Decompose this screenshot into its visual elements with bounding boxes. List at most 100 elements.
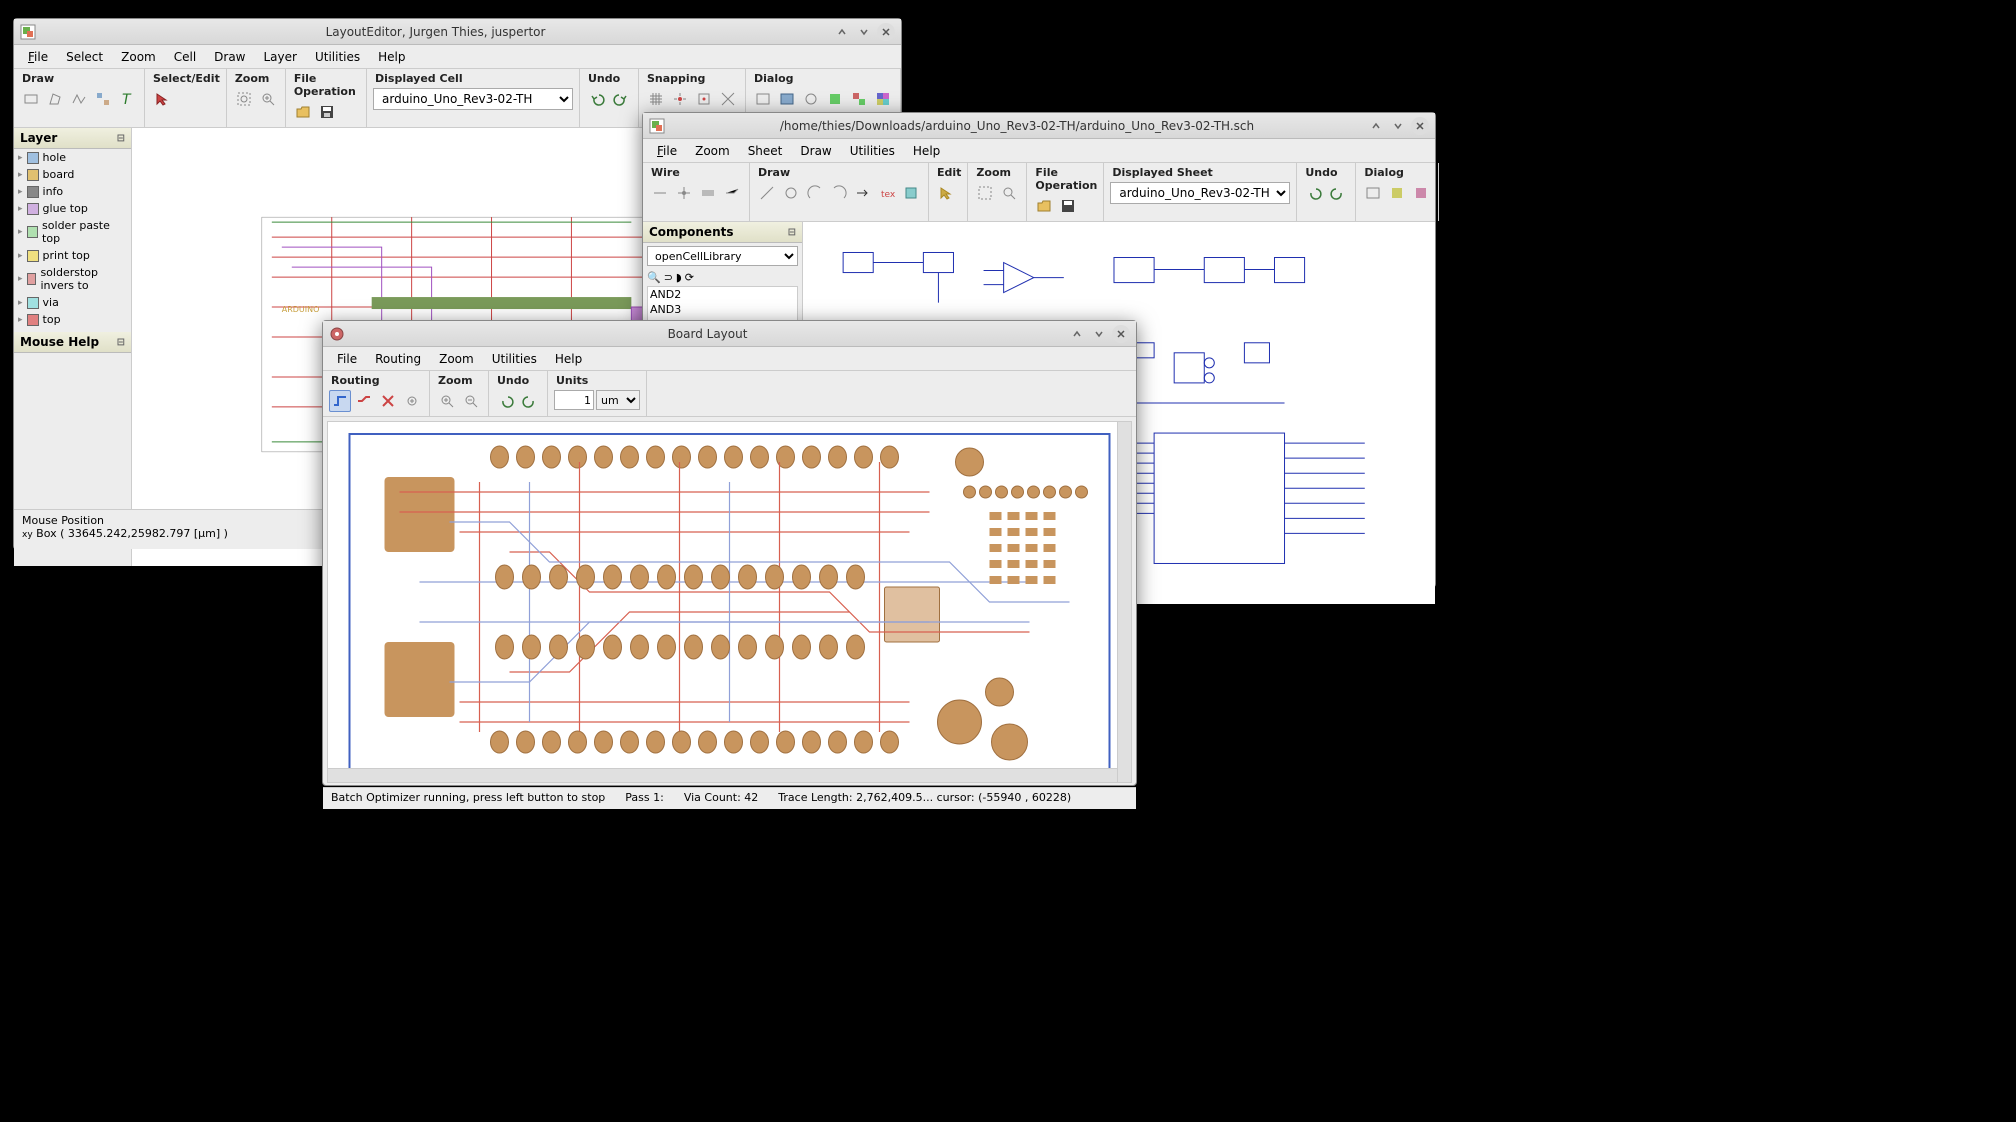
layer-row[interactable]: ▸info <box>14 183 131 200</box>
save-file-icon[interactable] <box>1057 195 1079 217</box>
menu-draw[interactable]: Draw <box>206 47 253 67</box>
draw-component-icon[interactable] <box>900 182 922 204</box>
mouse-help-close-icon[interactable]: ⊟ <box>117 337 125 348</box>
displayed-cell-dropdown[interactable]: arduino_Uno_Rev3-02-TH <box>373 88 573 110</box>
wire-junction-icon[interactable] <box>673 182 695 204</box>
components-close-icon[interactable]: ⊟ <box>788 227 796 238</box>
draw-arc-icon[interactable] <box>804 182 826 204</box>
maximize-button[interactable] <box>1389 117 1407 135</box>
edit-select-icon[interactable] <box>935 182 957 204</box>
route-rip-icon[interactable] <box>377 390 399 412</box>
open-file-icon[interactable] <box>292 101 314 123</box>
layer-row[interactable]: ▸board <box>14 166 131 183</box>
menu-utilities[interactable]: Utilities <box>307 47 368 67</box>
snap-grid-icon[interactable] <box>645 88 667 110</box>
menu-cell[interactable]: Cell <box>166 47 204 67</box>
undo-icon[interactable] <box>495 390 517 412</box>
undo-icon[interactable] <box>1303 182 1325 204</box>
menu-help[interactable]: Help <box>547 349 590 369</box>
close-button[interactable] <box>1411 117 1429 135</box>
menu-routing[interactable]: Routing <box>367 349 429 369</box>
save-file-icon[interactable] <box>316 101 338 123</box>
snap-point-icon[interactable] <box>669 88 691 110</box>
menu-help[interactable]: Help <box>905 141 948 161</box>
snap-intersect-icon[interactable] <box>717 88 739 110</box>
draw-arc2-icon[interactable] <box>828 182 850 204</box>
component-item[interactable]: AND2 <box>648 287 797 302</box>
dialog-2-icon[interactable] <box>1386 182 1408 204</box>
wire-h-icon[interactable] <box>649 182 671 204</box>
layer-row[interactable]: ▸hole <box>14 149 131 166</box>
dialog-1-icon[interactable] <box>1362 182 1384 204</box>
dialog-3-icon[interactable] <box>1410 182 1432 204</box>
layer-row[interactable]: ▸solder paste top <box>14 217 131 247</box>
displayed-sheet-dropdown[interactable]: arduino_Uno_Rev3-02-TH <box>1110 182 1290 204</box>
component-item[interactable]: AND3 <box>648 302 797 317</box>
draw-rect-icon[interactable] <box>20 88 42 110</box>
zoom-out-icon[interactable] <box>460 390 482 412</box>
minimize-button[interactable] <box>1367 117 1385 135</box>
redo-icon[interactable] <box>519 390 541 412</box>
zoom-in-icon[interactable] <box>436 390 458 412</box>
dialog-6-icon[interactable] <box>872 88 894 110</box>
units-value-input[interactable] <box>554 390 594 410</box>
dialog-3-icon[interactable] <box>800 88 822 110</box>
maximize-button[interactable] <box>1090 325 1108 343</box>
dialog-1-icon[interactable] <box>752 88 774 110</box>
snap-center-icon[interactable] <box>693 88 715 110</box>
layer-row[interactable]: ▸top <box>14 311 131 328</box>
dialog-4-icon[interactable] <box>824 88 846 110</box>
zoom-fit-icon[interactable] <box>974 182 996 204</box>
layer-row[interactable]: ▸print top <box>14 247 131 264</box>
draw-text-icon[interactable]: T <box>116 88 138 110</box>
zoom-in-icon[interactable] <box>257 88 279 110</box>
minimize-button[interactable] <box>1068 325 1086 343</box>
menu-help[interactable]: Help <box>370 47 413 67</box>
draw-text-icon[interactable]: text <box>876 182 898 204</box>
menu-select[interactable]: Select <box>58 47 111 67</box>
menu-zoom[interactable]: Zoom <box>113 47 164 67</box>
comp-refresh-icon[interactable]: ⟳ <box>685 271 694 284</box>
comp-gate-or-icon[interactable]: ◗ <box>676 271 682 284</box>
layer-row[interactable]: ▸glue top <box>14 200 131 217</box>
wire-bus-icon[interactable] <box>697 182 719 204</box>
draw-polygon-icon[interactable] <box>44 88 66 110</box>
layer-row[interactable]: ▸via <box>14 294 131 311</box>
units-select[interactable]: um <box>596 390 640 410</box>
dialog-2-icon[interactable] <box>776 88 798 110</box>
menu-zoom[interactable]: Zoom <box>431 349 482 369</box>
menu-zoom[interactable]: Zoom <box>687 141 738 161</box>
menu-file[interactable]: File <box>649 141 685 161</box>
select-icon[interactable] <box>151 88 173 110</box>
close-button[interactable] <box>877 23 895 41</box>
draw-circle-icon[interactable] <box>780 182 802 204</box>
minimize-button[interactable] <box>833 23 851 41</box>
vertical-scrollbar[interactable] <box>1117 422 1131 782</box>
draw-path-icon[interactable] <box>68 88 90 110</box>
route-via-icon[interactable] <box>401 390 423 412</box>
wire-net-icon[interactable] <box>721 182 743 204</box>
open-file-icon[interactable] <box>1033 195 1055 217</box>
close-button[interactable] <box>1112 325 1130 343</box>
menu-sheet[interactable]: Sheet <box>740 141 791 161</box>
zoom-fit-icon[interactable] <box>233 88 255 110</box>
component-library-dropdown[interactable]: openCellLibrary <box>647 246 798 266</box>
draw-line-icon[interactable] <box>756 182 778 204</box>
menu-draw[interactable]: Draw <box>792 141 839 161</box>
layer-row[interactable]: ▸solderstop invers to <box>14 264 131 294</box>
horizontal-scrollbar[interactable] <box>328 768 1117 782</box>
redo-icon[interactable] <box>610 88 632 110</box>
menu-utilities[interactable]: Utilities <box>842 141 903 161</box>
route-auto-icon[interactable] <box>329 390 351 412</box>
undo-icon[interactable] <box>586 88 608 110</box>
zoom-in-icon[interactable] <box>998 182 1020 204</box>
redo-icon[interactable] <box>1327 182 1349 204</box>
layer-panel-close-icon[interactable]: ⊟ <box>117 133 125 144</box>
menu-utilities[interactable]: Utilities <box>484 349 545 369</box>
menu-layer[interactable]: Layer <box>256 47 305 67</box>
menu-file[interactable]: File <box>20 47 56 67</box>
board-canvas[interactable] <box>327 421 1132 783</box>
route-manual-icon[interactable] <box>353 390 375 412</box>
comp-gate-and-icon[interactable]: ⊃ <box>664 271 673 284</box>
maximize-button[interactable] <box>855 23 873 41</box>
